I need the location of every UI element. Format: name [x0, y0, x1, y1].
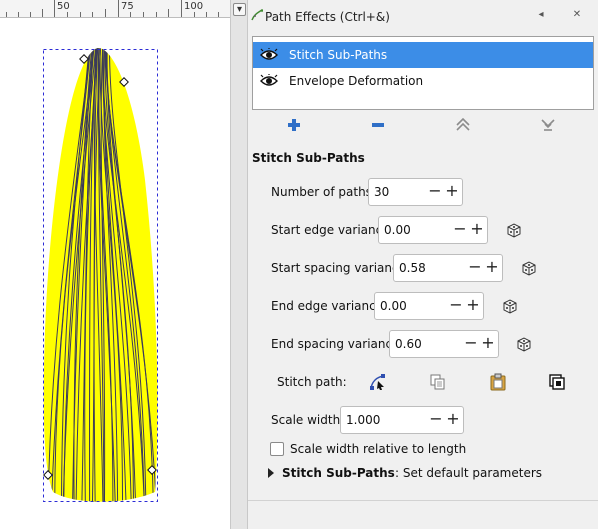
add-effect-button[interactable]: [283, 118, 305, 138]
dice-icon[interactable]: [506, 222, 522, 238]
ruler-tick: [18, 12, 19, 17]
ruler-tick: [118, 0, 119, 17]
ruler-tick: [80, 12, 81, 17]
ruler-tick: [6, 12, 7, 17]
move-down-icon: [541, 119, 555, 131]
ruler-tick: [168, 9, 169, 17]
dice-icon[interactable]: [502, 298, 518, 314]
start-edge-value[interactable]: 0.00: [384, 223, 411, 237]
copy-icon[interactable]: [429, 373, 447, 391]
effect-label: Stitch Sub-Paths: [289, 48, 388, 62]
scale-width-value[interactable]: 1.000: [346, 413, 380, 427]
increment-button[interactable]: +: [485, 259, 499, 275]
scale-relative-checkbox[interactable]: [270, 442, 284, 456]
edit-path-icon[interactable]: [369, 373, 387, 391]
expander-text[interactable]: : Set default parameters: [395, 466, 542, 480]
iconify-button[interactable]: ◂: [534, 8, 548, 22]
ruler-tick: [130, 12, 131, 17]
canvas-area[interactable]: 50 75 100: [0, 0, 230, 529]
effects-list[interactable]: Stitch Sub-Paths Envelope Deformation: [252, 36, 594, 110]
move-up-button[interactable]: [452, 117, 474, 138]
ruler-tick: [67, 12, 68, 17]
link-to-path-icon[interactable]: [548, 373, 566, 391]
path-effects-dialog: Path Effects (Ctrl+&) ◂ ✕ Stitch Sub-Pat…: [248, 0, 598, 529]
decrement-button[interactable]: −: [428, 183, 442, 199]
scale-relative-label[interactable]: Scale width relative to length: [290, 442, 466, 456]
num-paths-value[interactable]: 30: [374, 185, 389, 199]
end-edge-label: End edge variance:: [271, 299, 388, 313]
start-spacing-value[interactable]: 0.58: [399, 261, 426, 275]
increment-button[interactable]: +: [466, 297, 480, 313]
increment-button[interactable]: +: [446, 411, 460, 427]
start-edge-label: Start edge variance:: [271, 223, 394, 237]
path-effects-icon: [251, 9, 263, 21]
num-paths-field[interactable]: 30 − +: [368, 178, 463, 206]
end-spacing-field[interactable]: 0.60 − +: [389, 330, 499, 358]
decrement-button[interactable]: −: [449, 297, 463, 313]
ruler-tick: [156, 12, 157, 17]
section-title: Stitch Sub-Paths: [252, 151, 365, 165]
ruler-tick: [30, 12, 31, 17]
scroll-button[interactable]: ▾: [233, 3, 246, 16]
stitched-shape[interactable]: [0, 18, 230, 529]
ruler-label-75: 75: [121, 1, 134, 12]
expander-arrow-icon[interactable]: [268, 468, 274, 478]
dice-icon[interactable]: [521, 260, 537, 276]
add-icon: [288, 119, 300, 131]
end-edge-value[interactable]: 0.00: [380, 299, 407, 313]
end-spacing-value[interactable]: 0.60: [395, 337, 422, 351]
dialog-header: Path Effects (Ctrl+&) ◂ ✕: [248, 0, 598, 34]
eye-icon[interactable]: [260, 74, 278, 88]
increment-button[interactable]: +: [481, 335, 495, 351]
move-up-icon: [456, 117, 470, 131]
dice-icon[interactable]: [516, 336, 532, 352]
remove-icon: [372, 123, 384, 127]
paste-icon[interactable]: [489, 373, 507, 391]
ruler-tick: [92, 12, 93, 17]
ruler-tick: [218, 12, 219, 17]
decrement-button[interactable]: −: [468, 259, 482, 275]
close-icon[interactable]: ✕: [570, 8, 584, 22]
decrement-button[interactable]: −: [453, 221, 467, 237]
divider: [248, 500, 598, 501]
dialog-title: Path Effects (Ctrl+&): [265, 10, 390, 24]
start-spacing-field[interactable]: 0.58 − +: [393, 254, 503, 282]
horizontal-ruler: 50 75 100: [0, 0, 230, 18]
expander-effect-name[interactable]: Stitch Sub-Paths: [282, 466, 395, 480]
num-paths-label: Number of paths:: [271, 185, 376, 199]
effect-row-stitch-sub-paths[interactable]: Stitch Sub-Paths: [253, 42, 593, 68]
effect-row-envelope-deformation[interactable]: Envelope Deformation: [253, 68, 593, 94]
ruler-tick: [105, 9, 106, 17]
ruler-label-50: 50: [57, 1, 70, 12]
vertical-scrollbar[interactable]: ▾: [230, 0, 248, 529]
ruler-tick: [181, 0, 182, 17]
ruler-label-100: 100: [184, 1, 204, 12]
end-edge-field[interactable]: 0.00 − +: [374, 292, 484, 320]
scale-width-field[interactable]: 1.000 − +: [340, 406, 464, 434]
start-edge-field[interactable]: 0.00 − +: [378, 216, 488, 244]
increment-button[interactable]: +: [445, 183, 459, 199]
ruler-tick: [143, 12, 144, 17]
end-spacing-label: End spacing variance:: [271, 337, 404, 351]
move-down-button[interactable]: [537, 118, 559, 138]
effect-label: Envelope Deformation: [289, 74, 424, 88]
decrement-button[interactable]: −: [464, 335, 478, 351]
stitch-path-label: Stitch path:: [277, 375, 347, 389]
scale-width-label: Scale width:: [271, 413, 345, 427]
start-spacing-label: Start spacing variance:: [271, 261, 411, 275]
ruler-tick: [54, 0, 55, 17]
ruler-tick: [206, 12, 207, 17]
increment-button[interactable]: +: [470, 221, 484, 237]
ruler-tick: [194, 12, 195, 17]
ruler-tick: [42, 9, 43, 17]
eye-icon[interactable]: [260, 48, 278, 62]
remove-effect-button[interactable]: [367, 118, 389, 138]
effects-toolbar: [248, 116, 598, 140]
decrement-button[interactable]: −: [429, 411, 443, 427]
